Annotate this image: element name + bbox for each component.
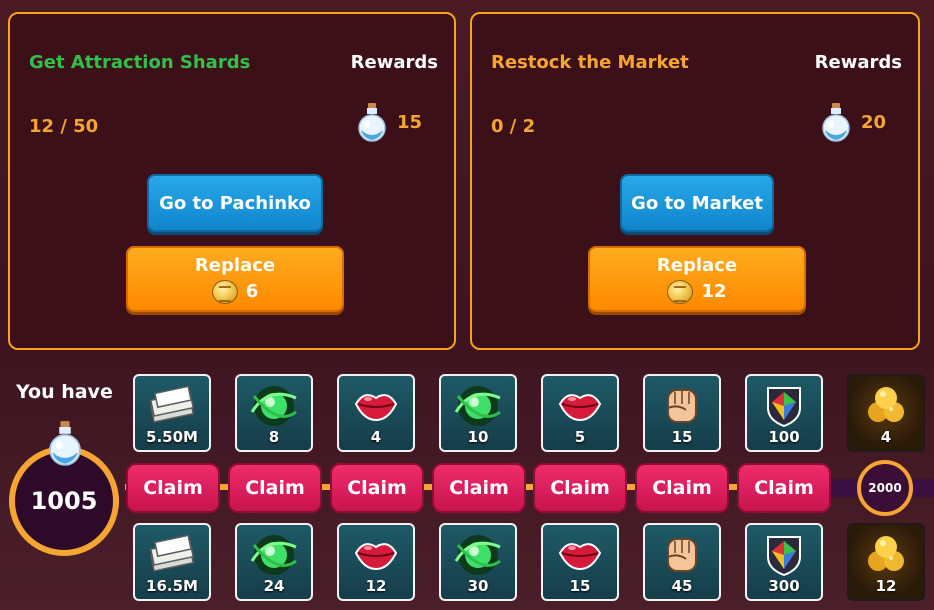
shard-orb-icon xyxy=(248,531,300,577)
replace-button[interactable]: Replace 12 xyxy=(588,246,806,312)
lips-icon xyxy=(554,531,606,577)
coin-icon xyxy=(211,279,238,304)
milestone-marker: 2000 xyxy=(857,460,913,516)
reward-tile-free: 5 xyxy=(541,374,619,452)
reward-tile-premium: 30 xyxy=(439,523,517,601)
claim-button[interactable]: Claim xyxy=(533,463,627,513)
reward-tile-premium: 16.5M xyxy=(133,523,211,601)
go-to-market-button[interactable]: Go to Market xyxy=(620,174,774,232)
reward-amount: 12 xyxy=(365,577,387,595)
replace-label: Replace xyxy=(194,254,276,276)
task-title: Restock the Market xyxy=(491,52,689,73)
reward-amount: 5.50M xyxy=(146,428,198,446)
gem-shield-icon xyxy=(758,531,810,577)
reward-tile-premium: 45 xyxy=(643,523,721,601)
potion-icon xyxy=(357,102,387,142)
task-panel-attraction-shards: Get Attraction Shards Rewards 12 / 50 15… xyxy=(8,12,456,350)
reward-value: 15 xyxy=(396,111,422,133)
replace-cost: 12 xyxy=(667,279,727,304)
replace-button[interactable]: Replace 6 xyxy=(126,246,344,312)
reward-tile-free: 15 xyxy=(643,374,721,452)
shard-orb-icon xyxy=(248,382,300,428)
reward-tile-free: 100 xyxy=(745,374,823,452)
reward-amount: 24 xyxy=(263,577,285,595)
replace-cost: 6 xyxy=(211,279,259,304)
reward-tile-free: 4 xyxy=(337,374,415,452)
reward-amount: 5 xyxy=(574,428,586,446)
fist-icon xyxy=(656,382,708,428)
rewards-label: Rewards xyxy=(350,52,438,73)
reward-amount: 30 xyxy=(467,577,489,595)
reward-amount: 100 xyxy=(768,428,800,446)
potion-icon xyxy=(821,102,851,142)
lips-icon xyxy=(350,531,402,577)
replace-label: Replace xyxy=(656,254,738,276)
reward-tile-free: 10 xyxy=(439,374,517,452)
reward-tile-premium: 300 xyxy=(745,523,823,601)
reward-amount: 45 xyxy=(671,577,693,595)
task-title: Get Attraction Shards xyxy=(29,52,251,73)
rewards-label: Rewards xyxy=(814,52,902,73)
claim-button[interactable]: Claim xyxy=(126,463,220,513)
reward-tile-free: 5.50M xyxy=(133,374,211,452)
gold-trophy-icon xyxy=(860,382,912,428)
reward-amount: 8 xyxy=(268,428,280,446)
lips-icon xyxy=(554,382,606,428)
reward-amount: 4 xyxy=(370,428,382,446)
reward-amount: 15 xyxy=(671,428,693,446)
fist-icon xyxy=(656,531,708,577)
reward-value: 20 xyxy=(860,111,886,133)
reward-tile-premium: 12 xyxy=(337,523,415,601)
task-reward: 15 xyxy=(357,102,422,142)
task-panel-restock-market: Restock the Market Rewards 0 / 2 20 Go t… xyxy=(470,12,920,350)
money-icon xyxy=(146,531,198,577)
reward-tile-premium: 24 xyxy=(235,523,313,601)
claim-button[interactable]: Claim xyxy=(330,463,424,513)
reward-amount: 12 xyxy=(875,577,897,595)
reward-tile-premium: 12 xyxy=(847,523,925,601)
replace-cost-value: 6 xyxy=(245,281,259,302)
claim-button[interactable]: Claim xyxy=(635,463,729,513)
lips-icon xyxy=(350,382,402,428)
go-to-pachinko-button[interactable]: Go to Pachinko xyxy=(147,174,323,232)
gold-trophy-icon xyxy=(860,531,912,577)
reward-amount: 15 xyxy=(569,577,591,595)
claim-button[interactable]: Claim xyxy=(432,463,526,513)
shard-orb-icon xyxy=(452,531,504,577)
claim-button[interactable]: Claim xyxy=(737,463,831,513)
reward-amount: 10 xyxy=(467,428,489,446)
reward-tile-premium: 15 xyxy=(541,523,619,601)
gem-shield-icon xyxy=(758,382,810,428)
task-progress: 0 / 2 xyxy=(491,116,536,137)
replace-cost-value: 12 xyxy=(701,281,727,302)
you-have-label: You have xyxy=(16,381,113,403)
shard-orb-icon xyxy=(452,382,504,428)
reward-amount: 4 xyxy=(880,428,892,446)
reward-tile-free: 4 xyxy=(847,374,925,452)
reward-tile-free: 8 xyxy=(235,374,313,452)
potion-icon xyxy=(47,420,83,466)
money-icon xyxy=(146,382,198,428)
coin-icon xyxy=(667,279,694,304)
claim-button[interactable]: Claim xyxy=(228,463,322,513)
task-progress: 12 / 50 xyxy=(29,116,99,137)
task-reward: 20 xyxy=(821,102,886,142)
reward-amount: 300 xyxy=(768,577,800,595)
reward-amount: 16.5M xyxy=(146,577,198,595)
